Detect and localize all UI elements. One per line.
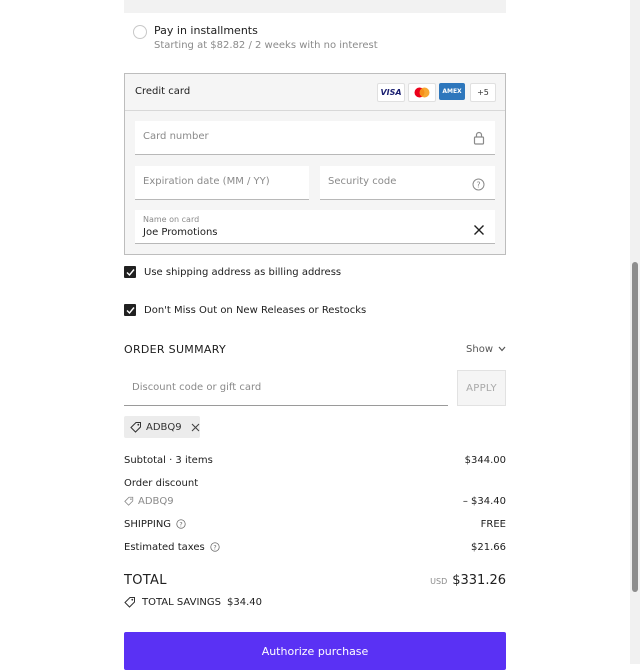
security-code-field[interactable]: Security code ? [320,166,495,200]
visa-icon: VISA [377,83,405,102]
subtotal-value: $344.00 [464,454,506,466]
svg-text:?: ? [213,544,216,551]
newsletter-checkbox[interactable] [124,304,136,316]
apply-button[interactable]: APPLY [457,370,506,406]
order-summary-title: ORDER SUMMARY [124,342,226,356]
expiration-field[interactable]: Expiration date (MM / YY) [135,166,309,200]
remove-code-icon[interactable] [191,423,200,432]
more-brands-badge: +5 [470,83,496,102]
shipping-value: FREE [480,518,506,530]
help-icon[interactable]: ? [472,176,485,195]
page-scrollbar[interactable] [630,0,640,664]
taxes-label: Estimated taxes [124,541,205,553]
tag-icon [124,596,136,608]
subtotal-row: Subtotal · 3 items $344.00 [124,453,506,467]
credit-card-title: Credit card [135,86,191,97]
clear-icon[interactable] [473,221,485,240]
discount-code-row: ADBQ9 – $34.40 [124,494,506,508]
discount-code-group: ADBQ9 [124,496,174,507]
summary-toggle-label: Show [466,343,493,355]
tag-icon [124,496,134,506]
amex-icon: AMEX [439,83,465,100]
expiration-placeholder: Expiration date (MM / YY) [143,176,270,187]
total-currency: USD [430,576,448,586]
order-summary-header: ORDER SUMMARY Show [124,340,506,358]
apply-label: APPLY [466,382,497,394]
billing-checkbox-label: Use shipping address as billing address [144,266,342,278]
security-code-placeholder: Security code [328,176,397,187]
shipping-group: SHIPPING ? [124,519,186,530]
card-number-placeholder: Card number [143,131,209,142]
svg-text:?: ? [476,181,480,190]
installments-radio[interactable] [133,25,147,39]
authorize-purchase-button[interactable]: Authorize purchase [124,632,506,670]
name-on-card-field[interactable]: Name on card Joe Promotions [135,210,495,244]
help-icon[interactable]: ? [210,542,220,552]
total-savings-label: TOTAL SAVINGS [142,596,222,608]
tag-icon [130,421,142,433]
taxes-group: Estimated taxes ? [124,542,220,553]
credit-card-header[interactable]: Credit card VISA AMEX +5 [125,74,505,111]
discount-value: – $34.40 [462,495,506,507]
installments-label: Pay in installments [154,24,258,37]
help-icon[interactable]: ? [176,519,186,529]
newsletter-checkbox-label: Don't Miss Out on New Releases or Restoc… [144,304,367,316]
discount-field[interactable]: Discount code or gift card [124,370,448,406]
chip-code: ADBQ9 [146,421,182,433]
order-discount-label: Order discount [124,477,199,489]
total-savings-row: TOTAL SAVINGS $34.40 [124,595,262,609]
billing-checkbox[interactable] [124,266,136,278]
lock-icon [473,130,485,149]
previous-option-strip [124,0,506,13]
discount-code-name: ADBQ9 [138,495,174,507]
total-value: $331.26 [452,572,506,588]
taxes-row: Estimated taxes ? $21.66 [124,540,506,554]
shipping-row: SHIPPING ? FREE [124,517,506,531]
installments-sub: Starting at $82.82 / 2 weeks with no int… [154,40,378,51]
newsletter-checkbox-row[interactable]: Don't Miss Out on New Releases or Restoc… [124,302,366,318]
total-row: TOTAL USD $331.26 [124,570,506,590]
total-label: TOTAL [124,572,167,588]
card-number-field[interactable]: Card number [135,121,495,155]
authorize-label: Authorize purchase [261,644,369,658]
total-amount-group: USD $331.26 [430,573,506,588]
total-savings-value: $34.40 [227,596,263,608]
shipping-label: SHIPPING [124,518,172,530]
mastercard-icon [408,83,436,102]
installments-option[interactable]: Pay in installments Starting at $82.82 /… [124,18,506,58]
summary-toggle[interactable]: Show [466,344,506,355]
credit-card-panel: Credit card VISA AMEX +5 Card number Exp… [124,73,506,255]
order-discount-row: Order discount [124,476,506,490]
billing-address-checkbox-row[interactable]: Use shipping address as billing address [124,264,341,280]
discount-code-chip: ADBQ9 [124,416,200,438]
discount-placeholder: Discount code or gift card [132,382,262,393]
subtotal-label: Subtotal · 3 items [124,454,213,466]
name-on-card-value: Joe Promotions [143,227,218,238]
svg-text:?: ? [179,521,182,528]
name-on-card-label: Name on card [143,215,200,224]
chevron-down-icon [498,344,506,355]
scrollbar-thumb[interactable] [632,262,638,592]
taxes-value: $21.66 [471,541,506,553]
